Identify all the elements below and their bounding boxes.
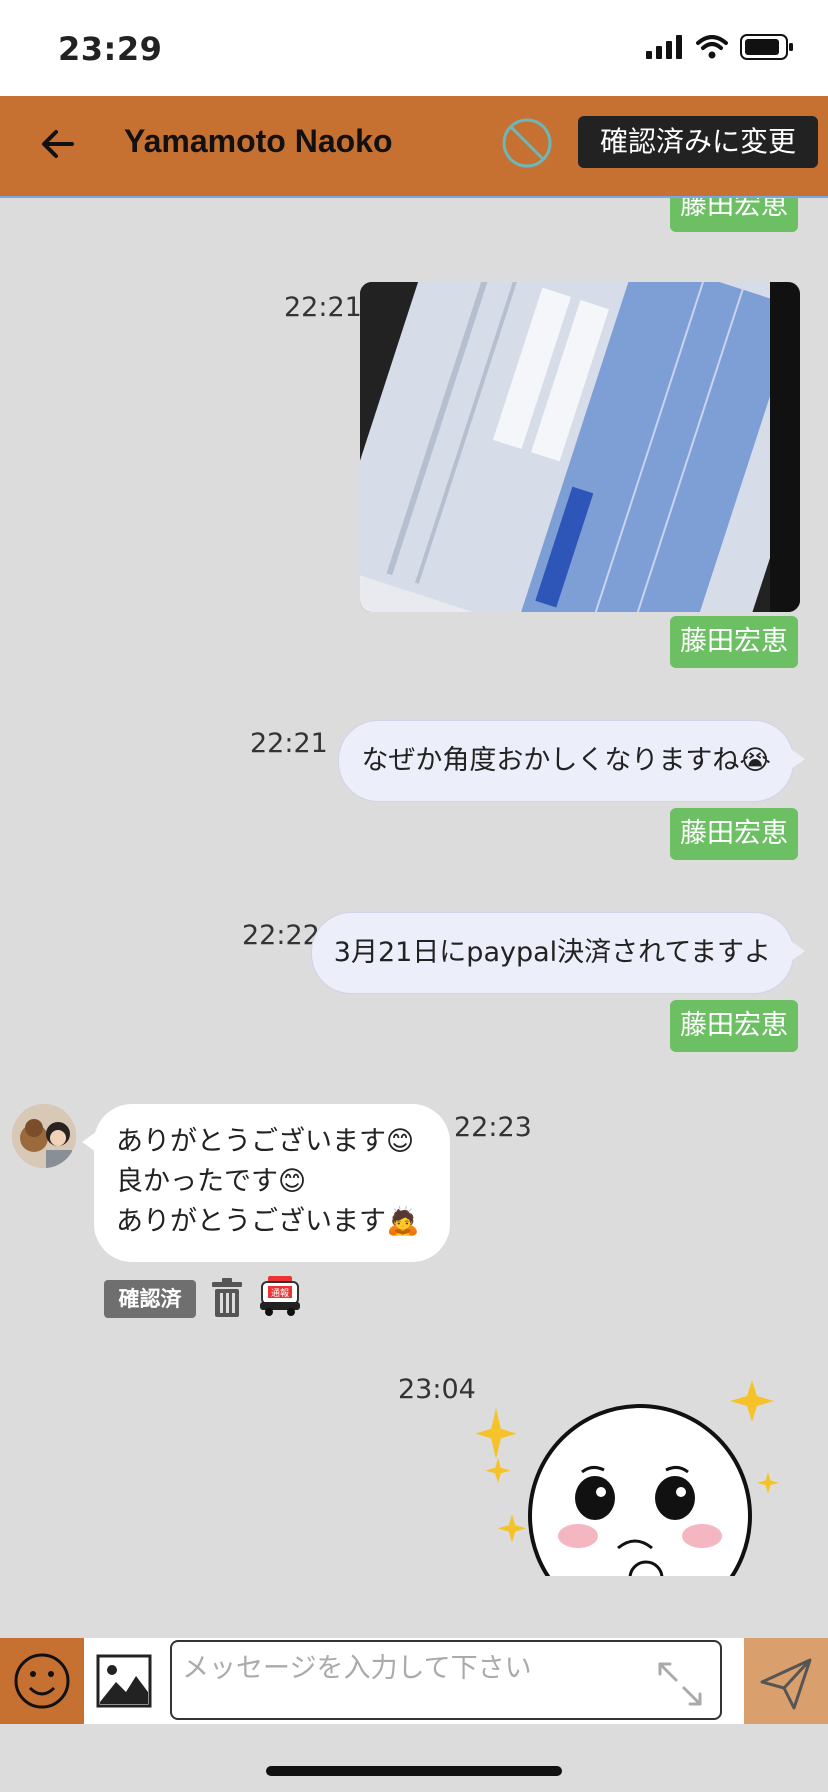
chat-header: Yamamoto Naoko 確認済みに変更 [0, 96, 828, 198]
home-indicator [266, 1766, 562, 1776]
message-line: ありがとうございます😊 [116, 1126, 415, 1157]
message-time: 22:21 [284, 292, 362, 323]
image-message[interactable] [360, 282, 800, 612]
message-line: 良かったです😊 [116, 1166, 307, 1197]
report-label: 通報 [271, 1288, 289, 1299]
outgoing-message-bubble[interactable]: 3月21日にpaypal決済されてますよ [310, 912, 806, 994]
avatar[interactable] [12, 1104, 76, 1168]
message-time: 23:04 [398, 1374, 476, 1405]
status-bar: 23:29 [0, 0, 828, 96]
message-time: 22:21 [250, 728, 328, 759]
wifi-icon [696, 35, 728, 59]
message-input[interactable] [172, 1642, 720, 1718]
sender-tag: 藤田宏恵 [670, 198, 798, 232]
back-arrow-icon[interactable] [36, 122, 80, 166]
expand-icon[interactable] [654, 1658, 706, 1710]
trash-icon[interactable] [210, 1278, 244, 1318]
contact-name: Yamamoto Naoko [124, 123, 393, 159]
sticker-message[interactable] [470, 1366, 790, 1576]
confirmed-badge[interactable]: 確認済 [104, 1280, 196, 1318]
message-line: ありがとうございます🙇 [116, 1206, 420, 1237]
emoji-button[interactable] [0, 1638, 84, 1724]
send-icon [760, 1658, 812, 1710]
message-time: 22:23 [454, 1112, 532, 1143]
outgoing-message-bubble[interactable]: なぜか角度おかしくなりますね😭 [338, 720, 805, 802]
message-input-bar [0, 1638, 828, 1724]
incoming-message-bubble[interactable]: ありがとうございます😊 良かったです😊 ありがとうございます🙇 [82, 1104, 450, 1262]
battery-icon [740, 34, 793, 60]
signal-icon [646, 35, 682, 59]
sender-tag: 藤田宏恵 [670, 1000, 798, 1052]
chat-area[interactable]: 藤田宏恵 22:21 藤田宏恵 22:21 なぜか角度おかしくなりますね😭 藤田… [0, 198, 828, 1638]
message-field[interactable] [170, 1640, 722, 1720]
image-icon[interactable] [96, 1654, 152, 1708]
status-icons [646, 34, 794, 60]
police-car-icon[interactable]: 通報 [258, 1274, 302, 1318]
send-button[interactable] [744, 1638, 828, 1724]
block-icon[interactable] [500, 116, 554, 170]
sender-tag: 藤田宏恵 [670, 808, 798, 860]
smile-icon [14, 1653, 70, 1709]
mark-confirmed-button[interactable]: 確認済みに変更 [578, 116, 818, 168]
message-time: 22:22 [242, 920, 320, 951]
status-time: 23:29 [58, 30, 163, 68]
sender-tag: 藤田宏恵 [670, 616, 798, 668]
